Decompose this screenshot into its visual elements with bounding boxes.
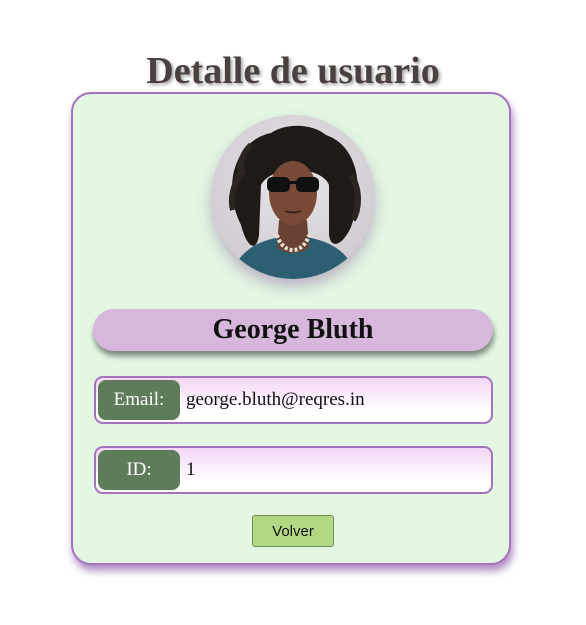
user-name: George Bluth <box>93 309 493 351</box>
user-detail-page: Detalle de usuario George Bluth Email: g… <box>0 0 586 625</box>
id-field: ID: 1 <box>94 446 493 494</box>
avatar <box>211 115 375 279</box>
email-field: Email: george.bluth@reqres.in <box>94 376 493 424</box>
back-button[interactable]: Volver <box>252 515 334 547</box>
id-value: 1 <box>186 459 196 480</box>
user-avatar-photo-icon <box>211 115 375 279</box>
user-card: George Bluth Email: george.bluth@reqres.… <box>71 92 511 565</box>
email-value: george.bluth@reqres.in <box>186 389 365 410</box>
page-title: Detalle de usuario <box>146 50 440 92</box>
id-label: ID: <box>98 450 180 490</box>
email-label: Email: <box>98 380 180 420</box>
